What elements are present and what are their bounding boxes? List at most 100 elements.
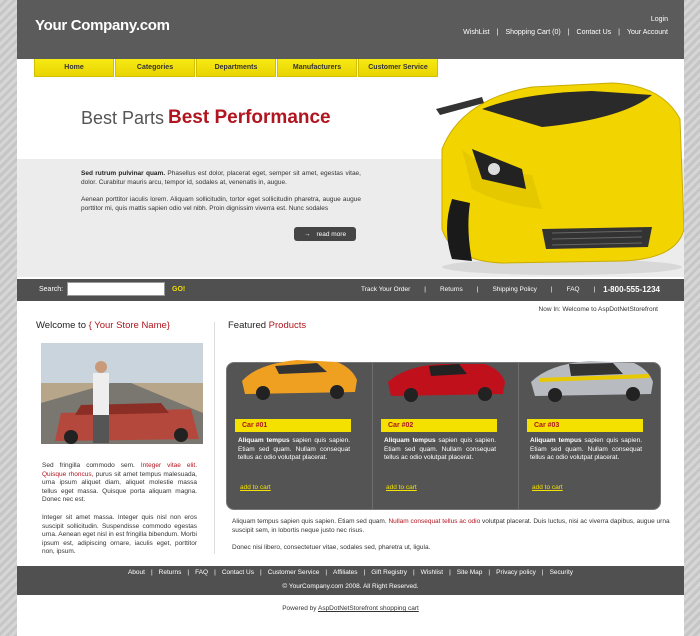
separator: | (325, 569, 328, 576)
page: Your Company.com Login WishList | Shoppi… (17, 0, 684, 636)
welcome-paragraph-2: Integer sit amet massa. Integer quis nis… (42, 514, 197, 555)
separator: | (214, 569, 216, 576)
separator: | (618, 29, 620, 36)
hero-text: Sed rutrum pulvinar quam. Phasellus est … (81, 169, 361, 213)
separator: | (412, 569, 415, 576)
welcome-photo (41, 343, 203, 444)
featured-p1-highlight: Nullam consequat tellus ac odio (388, 518, 481, 525)
product-1-car-image[interactable] (227, 346, 372, 406)
faq-link[interactable]: FAQ (567, 286, 580, 293)
separator: | (187, 569, 190, 576)
nav-tab-manufacturers[interactable]: Manufacturers (277, 59, 357, 77)
footer-link-affiliates[interactable]: Affiliates (333, 569, 357, 576)
product-1-add-to-cart[interactable]: add to cart (240, 484, 271, 491)
separator: | (496, 29, 499, 36)
featured-paragraph-1: Aliquam tempus sapien quis sapien. Etiam… (232, 518, 672, 535)
nav-tab-categories[interactable]: Categories (115, 59, 195, 77)
product-2-name[interactable]: Car #02 (381, 419, 497, 432)
powered-by-prefix: Powered by (282, 605, 318, 612)
separator: | (449, 569, 451, 576)
shopping-cart-link[interactable]: Shopping Cart (0) (505, 29, 560, 36)
hero-tagline-part1: Best Parts (81, 108, 165, 128)
utility-links: Track Your Order | Returns | Shipping Po… (361, 286, 609, 293)
product-card-1: Car #01 Aliquam tempus sapien quis sapie… (227, 360, 372, 509)
separator: | (550, 286, 553, 293)
footer-link-security[interactable]: Security (550, 569, 573, 576)
footer-link-customer-service[interactable]: Customer Service (268, 569, 320, 576)
search-input[interactable] (67, 282, 165, 296)
footer-link-site-map[interactable]: Site Map (457, 569, 483, 576)
your-account-link[interactable]: Your Account (627, 29, 668, 36)
phone-number: 1-800-555-1234 (603, 285, 660, 294)
separator: | (424, 286, 426, 293)
product-2-desc-bold: Aliquam tempus (384, 437, 436, 444)
product-2-add-to-cart[interactable]: add to cart (386, 484, 417, 491)
read-more-label: read more (316, 230, 347, 238)
product-card-3: Car #03 Aliquam tempus sapien quis sapie… (519, 361, 664, 509)
track-order-link[interactable]: Track Your Order (361, 286, 410, 293)
welcome-title-prefix: Welcome to (36, 320, 86, 331)
footer-link-gift-registry[interactable]: Gift Registry (371, 569, 407, 576)
product-1-desc-bold: Aliquam tempus (238, 437, 290, 444)
product-3-name[interactable]: Car #03 (527, 419, 643, 432)
footer-link-wishlist[interactable]: Wishlist (421, 569, 443, 576)
powered-by-link[interactable]: AspDotNetStorefront shopping cart (318, 605, 419, 612)
footer-link-returns[interactable]: Returns (159, 569, 182, 576)
hero-paragraph-1: Sed rutrum pulvinar quam. Phasellus est … (81, 169, 361, 187)
nav-tab-departments[interactable]: Departments (196, 59, 276, 77)
featured-paragraph-2: Donec nisi libero, consectetuer vitae, s… (232, 544, 431, 551)
welcome-p1-start: Sed fringilla commodo sem. (42, 462, 141, 469)
welcome-store-name: { Your Store Name} (88, 320, 170, 331)
arrow-right-icon: → (303, 230, 311, 238)
separator: | (488, 569, 491, 576)
product-1-name[interactable]: Car #01 (235, 419, 351, 432)
welcome-paragraph-1: Sed fringilla commodo sem. Integer vitae… (42, 462, 197, 505)
returns-link[interactable]: Returns (440, 286, 463, 293)
featured-title-highlight: Products (268, 320, 307, 331)
contact-us-link[interactable]: Contact Us (577, 29, 612, 36)
footer-link-faq[interactable]: FAQ (195, 569, 208, 576)
top-links: WishList | Shopping Cart (0) | Contact U… (463, 29, 668, 36)
featured-title: Featured Products (228, 320, 306, 331)
product-3-description: Aliquam tempus sapien quis sapien. Etiam… (530, 437, 642, 463)
hero-banner: Best Parts Best Performance Sed rutrum p… (17, 59, 684, 277)
product-2-car-image[interactable] (373, 346, 518, 406)
product-1-description: Aliquam tempus sapien quis sapien. Etiam… (238, 437, 350, 463)
shipping-policy-link[interactable]: Shipping Policy (492, 286, 536, 293)
footer-link-contact-us[interactable]: Contact Us (222, 569, 254, 576)
footer-link-privacy-policy[interactable]: Privacy policy (496, 569, 536, 576)
nav-tab-home[interactable]: Home (34, 59, 114, 77)
separator: | (593, 286, 596, 293)
product-3-add-to-cart[interactable]: add to cart (532, 484, 563, 491)
separator: | (567, 29, 570, 36)
featured-p1-start: Aliquam tempus sapien quis sapien. Etiam… (232, 518, 389, 525)
search-bar: Search: GO! Track Your Order | Returns |… (17, 279, 684, 301)
product-3-desc-bold: Aliquam tempus (530, 437, 582, 444)
footer-link-about[interactable]: About (128, 569, 145, 576)
hero-tagline-part2: Best Performance (168, 107, 331, 128)
copyright: © YourCompany.com 2008. All Right Reserv… (282, 583, 419, 590)
separator: | (150, 569, 153, 576)
hero-paragraph-1-bold: Sed rutrum pulvinar quam. (81, 170, 166, 177)
hero-paragraph-2: Aenean porttitor iaculis lorem. Aliquam … (81, 196, 361, 212)
search-go-button[interactable]: GO! (172, 286, 185, 293)
welcome-title: Welcome to { Your Store Name} (36, 320, 170, 331)
column-divider (214, 322, 215, 554)
footer-links: About | Returns | FAQ | Contact Us | Custome… (17, 569, 684, 576)
featured-title-prefix: Featured (228, 320, 267, 331)
product-card-2: Car #02 Aliquam tempus sapien quis sapie… (373, 363, 518, 509)
product-2-description: Aliquam tempus sapien quis sapien. Etiam… (384, 437, 496, 463)
login-link[interactable]: Login (651, 16, 668, 23)
product-3-car-image[interactable] (519, 346, 664, 406)
hero-car-image (436, 82, 684, 275)
header: Your Company.com Login WishList | Shoppi… (17, 0, 684, 59)
main-nav: Home Categories Departments Manufacturer… (34, 59, 439, 77)
nav-tab-customer-service[interactable]: Customer Service (358, 59, 438, 77)
separator: | (363, 569, 366, 576)
search-label: Search: (39, 286, 64, 293)
separator: | (259, 569, 262, 576)
read-more-button[interactable]: → read more (294, 227, 356, 241)
wishlist-link[interactable]: WishList (463, 29, 489, 36)
site-logo[interactable]: Your Company.com (35, 17, 170, 34)
separator: | (541, 569, 544, 576)
